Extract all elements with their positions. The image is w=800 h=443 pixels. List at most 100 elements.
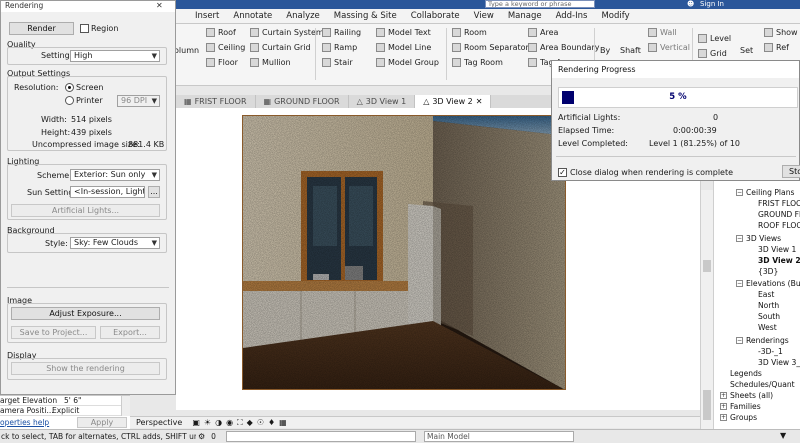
analytical-icon[interactable]: ▦ xyxy=(279,418,287,427)
view-tab-3d-view-1[interactable]: △ 3D View 1 xyxy=(349,95,416,108)
visual-style-icon[interactable]: ▣ xyxy=(192,418,200,427)
expand-families-toggle[interactable]: + xyxy=(720,403,727,410)
view-tab-ground-floor[interactable]: ▦ GROUND FLOOR xyxy=(256,95,349,108)
browser-item-ground-floor[interactable]: GROUND FLO xyxy=(758,210,800,219)
browser-item-north[interactable]: North xyxy=(758,301,779,310)
show-rendering-button[interactable]: Show the rendering xyxy=(11,362,160,375)
browser-item-rendering-1[interactable]: -3D-_1 xyxy=(758,347,783,356)
area-button[interactable]: Area xyxy=(528,28,558,37)
tab-annotate[interactable]: Annotate xyxy=(226,11,279,21)
properties-scrollbar[interactable] xyxy=(121,396,130,416)
view-tab-frist-floor[interactable]: ▦ FRIST FLOOR xyxy=(176,95,256,108)
quality-setting-select[interactable]: High ▼ xyxy=(70,50,160,62)
railing-button[interactable]: Railing xyxy=(322,28,361,37)
collapse-elevations-toggle[interactable]: − xyxy=(736,280,743,287)
region-checkbox[interactable] xyxy=(80,24,89,33)
screen-radio[interactable] xyxy=(65,83,74,92)
mullion-button[interactable]: Mullion xyxy=(250,58,291,67)
room-separator-button[interactable]: Room Separator xyxy=(452,43,529,52)
lock-icon[interactable]: ◆ xyxy=(247,418,253,427)
browser-item-roof-floor[interactable]: ROOF FLOOR xyxy=(758,221,800,230)
sun-path-icon[interactable]: ☀ xyxy=(204,418,211,427)
adjust-exposure-button[interactable]: Adjust Exposure... xyxy=(11,307,160,320)
model-line-button[interactable]: Model Line xyxy=(376,43,431,52)
grid-button[interactable]: Grid xyxy=(698,49,727,58)
tab-add-ins[interactable]: Add-Ins xyxy=(549,11,595,21)
browser-item-3d-view-2[interactable]: 3D View 2 xyxy=(758,256,800,265)
ceiling-button[interactable]: Ceiling xyxy=(206,43,245,52)
vertical-opening-button[interactable]: Vertical xyxy=(648,43,690,52)
expand-groups-toggle[interactable]: + xyxy=(720,414,727,421)
tab-collaborate[interactable]: Collaborate xyxy=(404,11,467,21)
scroll-thumb[interactable] xyxy=(703,260,711,272)
browser-renderings[interactable]: Renderings xyxy=(746,336,789,345)
model-text-button[interactable]: Model Text xyxy=(376,28,431,37)
vertical-scrollbar[interactable] xyxy=(700,190,713,429)
design-options-select[interactable] xyxy=(226,431,416,442)
tag-room-button[interactable]: Tag Room xyxy=(452,58,503,67)
browser-3d-views[interactable]: 3D Views xyxy=(746,234,781,243)
browser-legends[interactable]: Legends xyxy=(730,369,762,378)
shadows-icon[interactable]: ◑ xyxy=(215,418,222,427)
properties-help-link[interactable]: operties help xyxy=(0,418,49,427)
browser-item-rendering-2[interactable]: 3D View 3_1 xyxy=(758,358,800,367)
artificial-lights-button[interactable]: Artificial Lights... xyxy=(11,204,160,217)
tab-modify[interactable]: Modify xyxy=(594,11,636,21)
scheme-select[interactable]: Exterior: Sun only ▼ xyxy=(70,169,160,181)
tab-manage[interactable]: Manage xyxy=(501,11,549,21)
tab-insert[interactable]: Insert xyxy=(188,11,226,21)
background-style-select[interactable]: Sky: Few Clouds ▼ xyxy=(70,237,160,249)
render-button[interactable]: Render xyxy=(9,22,74,35)
save-to-project-button[interactable]: Save to Project... xyxy=(11,326,96,339)
browser-families[interactable]: Families xyxy=(730,402,761,411)
show-button[interactable]: Show xyxy=(764,28,798,37)
browser-item-3d-view-1[interactable]: 3D View 1 xyxy=(758,245,796,254)
collapse-ceiling-plans-toggle[interactable]: − xyxy=(736,189,743,196)
view-style-label[interactable]: Perspective xyxy=(136,418,182,427)
browser-item-south[interactable]: South xyxy=(758,312,780,321)
by-face-button[interactable]: By xyxy=(600,46,610,55)
wall-opening-button[interactable]: Wall xyxy=(648,28,677,37)
camera-position-value[interactable]: Explicit xyxy=(52,406,79,415)
expand-sheets-toggle[interactable]: + xyxy=(720,392,727,399)
apply-button[interactable]: Apply xyxy=(77,417,127,428)
area-boundary-button[interactable]: Area Boundary xyxy=(528,43,599,52)
search-box[interactable]: Type a keyword or phrase xyxy=(485,0,595,8)
filter-icon[interactable]: ▼ xyxy=(780,431,786,440)
user-icon[interactable]: ☻ xyxy=(687,0,694,8)
tab-view[interactable]: View xyxy=(467,11,501,21)
browser-schedules[interactable]: Schedules/Quant xyxy=(730,380,795,389)
browser-sheets[interactable]: Sheets (all) xyxy=(730,391,773,400)
ref-plane-button[interactable]: Ref xyxy=(764,43,789,52)
printer-radio[interactable] xyxy=(65,96,74,105)
tab-analyze[interactable]: Analyze xyxy=(279,11,327,21)
reveal-hidden-icon[interactable]: ♦ xyxy=(268,418,275,427)
close-dialog-button[interactable]: ✕ xyxy=(156,1,163,10)
model-group-button[interactable]: Model Group xyxy=(376,58,439,67)
close-icon[interactable]: ✕ xyxy=(476,97,483,106)
target-elevation-value[interactable]: 5' 6" xyxy=(64,396,81,405)
dpi-select[interactable]: 96 DPI ▼ xyxy=(117,95,160,107)
level-button[interactable]: Level xyxy=(698,34,731,43)
browser-item-frist-floor[interactable]: FRIST FLOOR xyxy=(758,199,800,208)
stop-button[interactable]: Sto xyxy=(782,165,800,178)
browser-elevations[interactable]: Elevations (Build xyxy=(746,279,800,288)
view-tab-3d-view-2[interactable]: △ 3D View 2 ✕ xyxy=(415,95,492,108)
render-icon[interactable]: ◉ xyxy=(226,418,233,427)
collapse-3d-views-toggle[interactable]: − xyxy=(736,235,743,242)
export-button[interactable]: Export... xyxy=(100,326,160,339)
ramp-button[interactable]: Ramp xyxy=(322,43,357,52)
stair-button[interactable]: Stair xyxy=(322,58,353,67)
worksharing-icon[interactable]: ⚙ xyxy=(198,432,205,441)
scroll-thumb-lower[interactable] xyxy=(703,390,711,420)
hide-isolate-icon[interactable]: ☉ xyxy=(257,418,264,427)
curtain-grid-button[interactable]: Curtain Grid xyxy=(250,43,311,52)
collapse-renderings-toggle[interactable]: − xyxy=(736,337,743,344)
crop-view-icon[interactable]: ⛶ xyxy=(237,418,243,428)
floor-button[interactable]: Floor xyxy=(206,58,238,67)
room-button[interactable]: Room xyxy=(452,28,487,37)
sign-in-link[interactable]: Sign In xyxy=(700,0,724,8)
set-button[interactable]: Set xyxy=(740,46,753,55)
shaft-button[interactable]: Shaft xyxy=(620,46,641,55)
main-model-select[interactable]: Main Model xyxy=(424,431,574,442)
